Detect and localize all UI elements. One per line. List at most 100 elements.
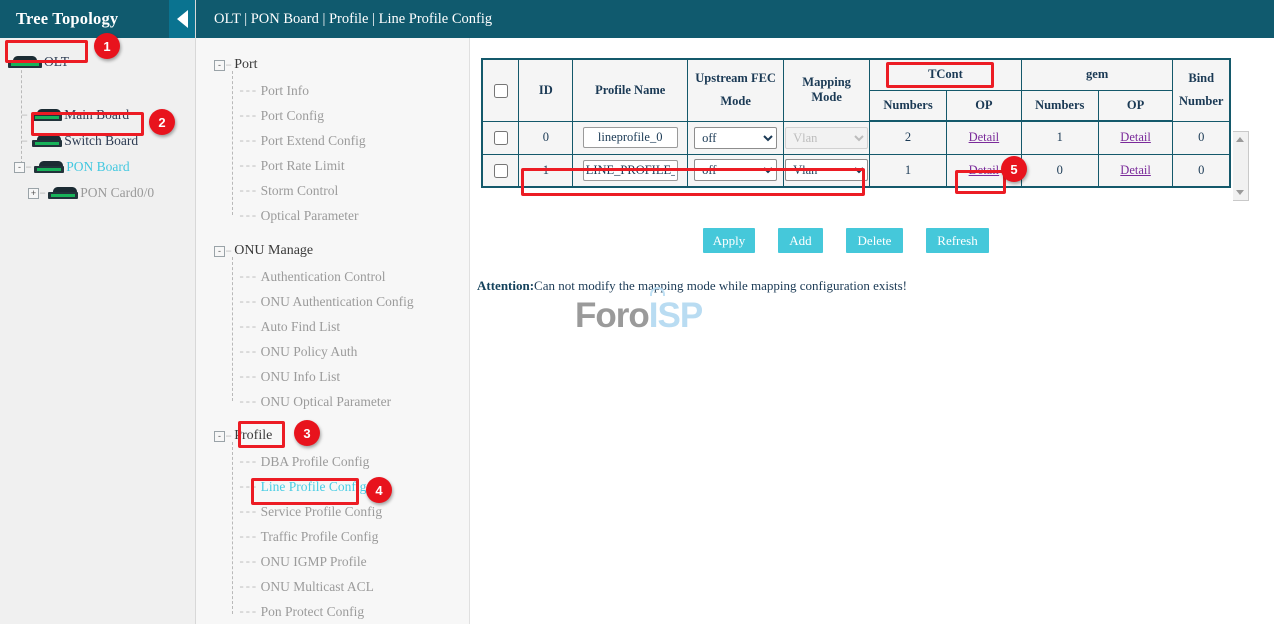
attention-label: Attention: — [477, 278, 534, 293]
nav-section-port: - – Port --- Port Info --- Port Config -… — [196, 55, 470, 226]
device-icon — [48, 187, 78, 200]
nav-item-label[interactable]: ONU Policy Auth — [261, 344, 358, 360]
line-profile-table: ID Profile Name Upstream FEC Mode Mappin… — [481, 58, 1231, 188]
nav-expander-onu-manage[interactable]: - — [214, 246, 225, 257]
breadcrumb: OLT | PON Board | Profile | Line Profile… — [196, 0, 1274, 38]
row-checkbox[interactable] — [494, 131, 508, 145]
nav-item-optical-parameter[interactable]: --- Optical Parameter — [196, 206, 470, 226]
nav-group-onu-manage[interactable]: - – ONU Manage — [196, 241, 470, 261]
nav-expander-profile[interactable]: - — [214, 431, 225, 442]
nav-branch: --- — [238, 134, 257, 148]
header-gem-numbers: Numbers — [1021, 90, 1098, 121]
attention-text: Can not modify the mapping mode while ma… — [534, 278, 907, 293]
cell-bind-number: 0 — [1173, 121, 1230, 154]
tree-node-olt[interactable]: OLT — [8, 52, 69, 72]
nav-item-label[interactable]: ONU Authentication Config — [261, 294, 414, 310]
nav-item-line-profile-config[interactable]: --- Line Profile Config — [196, 477, 470, 497]
refresh-button[interactable]: Refresh — [926, 228, 989, 253]
profile-name-input[interactable] — [583, 127, 678, 148]
nav-item-port-info[interactable]: --- Port Info — [196, 81, 470, 101]
caret-down-icon[interactable] — [1236, 190, 1244, 195]
tcont-detail-link[interactable]: Detail — [969, 163, 1000, 177]
delete-button[interactable]: Delete — [846, 228, 903, 253]
nav-item-onu-igmp-profile[interactable]: --- ONU IGMP Profile — [196, 552, 470, 572]
tree-topology-header: Tree Topology — [0, 0, 195, 38]
nav-item-label[interactable]: Port Config — [261, 108, 324, 124]
apply-button[interactable]: Apply — [703, 228, 755, 253]
nav-item-label[interactable]: DBA Profile Config — [261, 454, 370, 470]
nav-item-service-profile-config[interactable]: --- Service Profile Config — [196, 502, 470, 522]
nav-item-label[interactable]: ONU Multicast ACL — [261, 579, 374, 595]
mapping-mode-select[interactable]: Vlan — [785, 127, 868, 149]
nav-item-onu-info-list[interactable]: --- ONU Info List — [196, 367, 470, 387]
tree-branch: – — [25, 160, 32, 174]
nav-item-port-extend-config[interactable]: --- Port Extend Config — [196, 131, 470, 151]
nav-item-onu-optical-parameter[interactable]: --- ONU Optical Parameter — [196, 392, 470, 412]
tree-expander-pon-card[interactable]: + — [28, 188, 39, 199]
nav-item-label[interactable]: Authentication Control — [261, 269, 386, 285]
nav-item-label[interactable]: Pon Protect Config — [261, 604, 365, 620]
nav-item-label[interactable]: ONU IGMP Profile — [261, 554, 367, 570]
tree-branch: – — [21, 108, 28, 122]
nav-item-label[interactable]: Line Profile Config — [261, 479, 367, 495]
tree-node-pon-board[interactable]: - – PON Board — [14, 157, 130, 177]
select-all-checkbox[interactable] — [494, 84, 508, 98]
nav-item-label[interactable]: Port Extend Config — [261, 133, 366, 149]
nav-item-label[interactable]: Traffic Profile Config — [261, 529, 379, 545]
mapping-mode-select[interactable]: Vlan — [785, 159, 868, 181]
nav-item-label[interactable]: Port Info — [261, 83, 309, 99]
tree-node-pon-card[interactable]: + – PON Card0/0 — [28, 183, 154, 203]
nav-item-label[interactable]: Auto Find List — [261, 319, 341, 335]
nav-group-port[interactable]: - – Port — [196, 55, 470, 75]
nav-item-authentication-control[interactable]: --- Authentication Control — [196, 267, 470, 287]
tree-node-main-board[interactable]: – Main Board — [21, 105, 129, 125]
tcont-detail-link[interactable]: Detail — [969, 130, 1000, 144]
nav-item-label[interactable]: Port Rate Limit — [261, 158, 345, 174]
header-upstream-fec-mode-line1: Upstream FEC — [690, 71, 781, 86]
nav-branch: – — [225, 429, 232, 443]
nav-item-label[interactable]: Optical Parameter — [261, 208, 359, 224]
table-row[interactable]: 1 off Vlan — [482, 154, 1230, 187]
nav-item-dba-profile-config[interactable]: --- DBA Profile Config — [196, 452, 470, 472]
tree-node-switch-board[interactable]: – Switch Board — [21, 131, 138, 151]
nav-item-port-config[interactable]: --- Port Config — [196, 106, 470, 126]
table-header-row-top: ID Profile Name Upstream FEC Mode Mappin… — [482, 59, 1230, 90]
cell-tcont-numbers: 1 — [870, 154, 947, 187]
collapse-sidebar-button[interactable] — [169, 0, 195, 38]
header-select-all — [482, 59, 519, 121]
nav-item-label[interactable]: ONU Info List — [261, 369, 341, 385]
nav-item-label[interactable]: Service Profile Config — [261, 504, 382, 520]
cell-fec-mode: off — [688, 121, 784, 154]
nav-item-onu-authentication-config[interactable]: --- ONU Authentication Config — [196, 292, 470, 312]
profile-name-input[interactable] — [583, 160, 678, 181]
fec-mode-select[interactable]: off — [694, 127, 777, 149]
nav-item-storm-control[interactable]: --- Storm Control — [196, 181, 470, 201]
nav-expander-port[interactable]: - — [214, 60, 225, 71]
nav-item-traffic-profile-config[interactable]: --- Traffic Profile Config — [196, 527, 470, 547]
tree-expander-pon-board[interactable]: - — [14, 162, 25, 173]
nav-item-port-rate-limit[interactable]: --- Port Rate Limit — [196, 156, 470, 176]
header-gem-op: OP — [1098, 90, 1173, 121]
cell-fec-mode: off — [688, 154, 784, 187]
gem-detail-link[interactable]: Detail — [1120, 130, 1151, 144]
nav-item-label[interactable]: Storm Control — [261, 183, 339, 199]
nav-item-label[interactable]: ONU Optical Parameter — [261, 394, 391, 410]
header-bind-line1: Bind — [1175, 71, 1227, 86]
nav-branch: --- — [238, 505, 257, 519]
nav-item-onu-policy-auth[interactable]: --- ONU Policy Auth — [196, 342, 470, 362]
fec-mode-select[interactable]: off — [694, 159, 777, 181]
wifi-arc-icon — [650, 287, 665, 296]
nav-item-auto-find-list[interactable]: --- Auto Find List — [196, 317, 470, 337]
table-vertical-scrollbar[interactable] — [1233, 131, 1249, 201]
gem-detail-link[interactable]: Detail — [1120, 163, 1151, 177]
table-row[interactable]: 0 off Vlan — [482, 121, 1230, 154]
add-button[interactable]: Add — [778, 228, 823, 253]
step-badge-5: 5 — [1001, 156, 1027, 182]
nav-item-onu-multicast-acl[interactable]: --- ONU Multicast ACL — [196, 577, 470, 597]
nav-item-pon-protect-config[interactable]: --- Pon Protect Config — [196, 602, 470, 622]
nav-branch: --- — [238, 455, 257, 469]
caret-up-icon[interactable] — [1236, 137, 1244, 142]
row-checkbox[interactable] — [494, 164, 508, 178]
nav-branch: – — [225, 244, 232, 258]
nav-group-profile[interactable]: - – Profile — [196, 426, 470, 446]
